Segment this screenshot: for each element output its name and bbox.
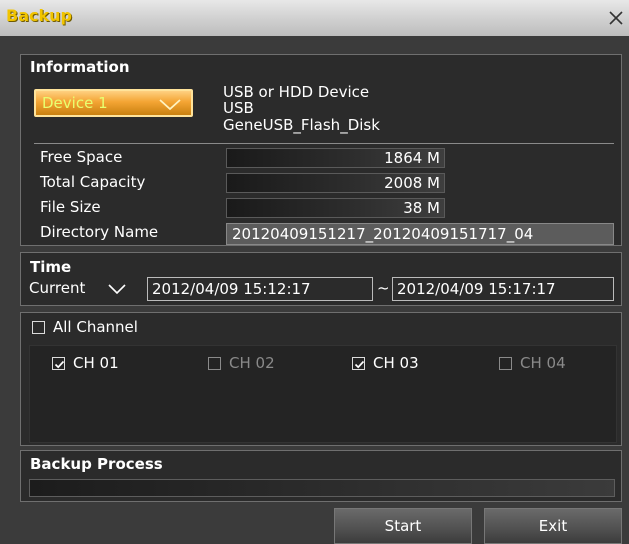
channel-panel: All Channel CH 01 CH 02 CH 03 CH 04 bbox=[20, 312, 622, 446]
channel-label: CH 02 bbox=[229, 354, 275, 372]
chevron-down-icon bbox=[159, 99, 181, 110]
file-size-value: 38 M bbox=[226, 198, 445, 218]
exit-button[interactable]: Exit bbox=[484, 508, 622, 544]
device-select-value: Device 1 bbox=[42, 94, 108, 112]
all-channel-checkbox[interactable]: All Channel bbox=[32, 318, 172, 338]
free-space-label: Free Space bbox=[40, 148, 123, 166]
directory-name-label: Directory Name bbox=[40, 223, 159, 241]
channel-label: CH 03 bbox=[373, 354, 419, 372]
chevron-down-icon bbox=[108, 284, 126, 294]
information-title: Information bbox=[30, 58, 130, 76]
all-channel-label: All Channel bbox=[53, 318, 138, 336]
time-separator: ~ bbox=[377, 279, 390, 297]
close-icon[interactable] bbox=[607, 9, 625, 27]
checkbox-unchecked-icon bbox=[32, 321, 45, 334]
time-panel: Time Current 2012/04/09 15:12:17 ~ 2012/… bbox=[20, 252, 622, 306]
checkbox-checked-icon bbox=[352, 357, 365, 370]
checkbox-checked-icon bbox=[52, 357, 65, 370]
title-bar: Backup bbox=[0, 0, 629, 36]
checkbox-unchecked-icon bbox=[208, 357, 221, 370]
divider bbox=[34, 143, 614, 144]
time-mode-value: Current bbox=[29, 279, 86, 297]
time-title: Time bbox=[30, 258, 72, 276]
backup-progress-bar bbox=[29, 479, 615, 497]
backup-process-panel: Backup Process bbox=[20, 450, 622, 502]
total-capacity-value: 2008 M bbox=[226, 173, 445, 193]
channel-label: CH 04 bbox=[520, 354, 566, 372]
start-time-field[interactable]: 2012/04/09 15:12:17 bbox=[147, 277, 373, 301]
time-mode-select[interactable]: Current bbox=[29, 277, 137, 301]
checkbox-unchecked-icon bbox=[499, 357, 512, 370]
channel-list: CH 01 CH 02 CH 03 CH 04 bbox=[29, 345, 617, 443]
backup-process-title: Backup Process bbox=[30, 455, 163, 473]
device-interface: USB bbox=[223, 99, 254, 117]
device-select[interactable]: Device 1 bbox=[34, 89, 193, 117]
information-panel: Information Device 1 USB or HDD Device U… bbox=[20, 54, 622, 246]
device-model: GeneUSB_Flash_Disk bbox=[223, 116, 380, 134]
directory-name-field[interactable]: 20120409151217_20120409151717_04 bbox=[226, 223, 614, 245]
file-size-label: File Size bbox=[40, 198, 101, 216]
channel-label: CH 01 bbox=[73, 354, 119, 372]
free-space-value: 1864 M bbox=[226, 148, 445, 168]
end-time-field[interactable]: 2012/04/09 15:17:17 bbox=[392, 277, 614, 301]
total-capacity-label: Total Capacity bbox=[40, 173, 146, 191]
start-button[interactable]: Start bbox=[334, 508, 472, 544]
window-title: Backup bbox=[6, 6, 72, 25]
